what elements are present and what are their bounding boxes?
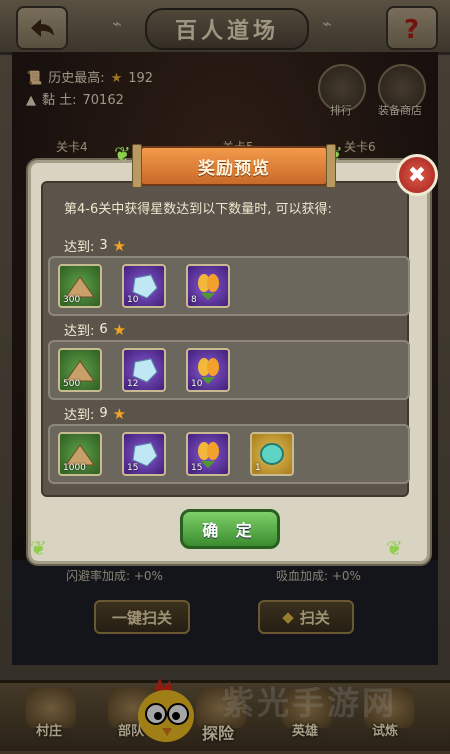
modal-title: 奖励预览 (132, 144, 336, 188)
item-qty: 15 (191, 463, 203, 473)
item-qty: 10 (127, 295, 139, 305)
reward-item[interactable]: 12 (122, 348, 166, 392)
star-icon: ★ (112, 236, 127, 255)
reward-item[interactable]: 10 (186, 348, 230, 392)
close-button[interactable]: ✖ (396, 154, 438, 196)
modal-description: 第4-6关中获得星数达到以下数量时, 可以获得: (64, 202, 332, 217)
jade-gem-icon (260, 443, 284, 465)
reward-item[interactable]: 1000 (58, 432, 102, 476)
reward-row: 500 12 10 (48, 340, 410, 400)
close-icon: ✖ (407, 162, 427, 188)
confirm-button[interactable]: 确 定 (180, 509, 280, 549)
tier-label: 达到: 9 ★ (64, 404, 127, 424)
star-icon: ★ (112, 320, 127, 339)
item-qty: 300 (63, 295, 81, 305)
tier-label-text: 达到: (64, 324, 95, 339)
flower-icon (198, 274, 219, 300)
tier-star-count: 9 (99, 406, 108, 421)
reward-item[interactable]: 10 (122, 264, 166, 308)
item-qty: 12 (127, 379, 139, 389)
reward-item[interactable]: 500 (58, 348, 102, 392)
leaf-ornament-icon: ❦ (30, 536, 47, 560)
reward-item[interactable]: 8 (186, 264, 230, 308)
reward-item[interactable]: 15 (186, 432, 230, 476)
reward-item[interactable]: 300 (58, 264, 102, 308)
item-qty: 15 (127, 463, 139, 473)
reward-item[interactable]: 15 (122, 432, 166, 476)
tier-label-text: 达到: (64, 240, 95, 255)
item-qty: 1 (255, 463, 261, 473)
tier-label-text: 达到: (64, 408, 95, 423)
star-icon: ★ (112, 404, 127, 423)
item-qty: 8 (191, 295, 197, 305)
leaf-ornament-icon: ❦ (114, 142, 131, 166)
reward-row: 300 10 8 (48, 256, 410, 316)
tier-label: 达到: 6 ★ (64, 320, 127, 340)
tier-star-count: 6 (99, 322, 108, 337)
item-qty: 500 (63, 379, 81, 389)
tier-star-count: 3 (99, 238, 108, 253)
item-qty: 10 (191, 379, 203, 389)
item-qty: 1000 (63, 463, 86, 473)
reward-row: 1000 15 15 1 (48, 424, 410, 484)
reward-item[interactable]: 1 (250, 432, 294, 476)
tier-label: 达到: 3 ★ (64, 236, 127, 256)
leaf-ornament-icon: ❦ (386, 536, 403, 560)
